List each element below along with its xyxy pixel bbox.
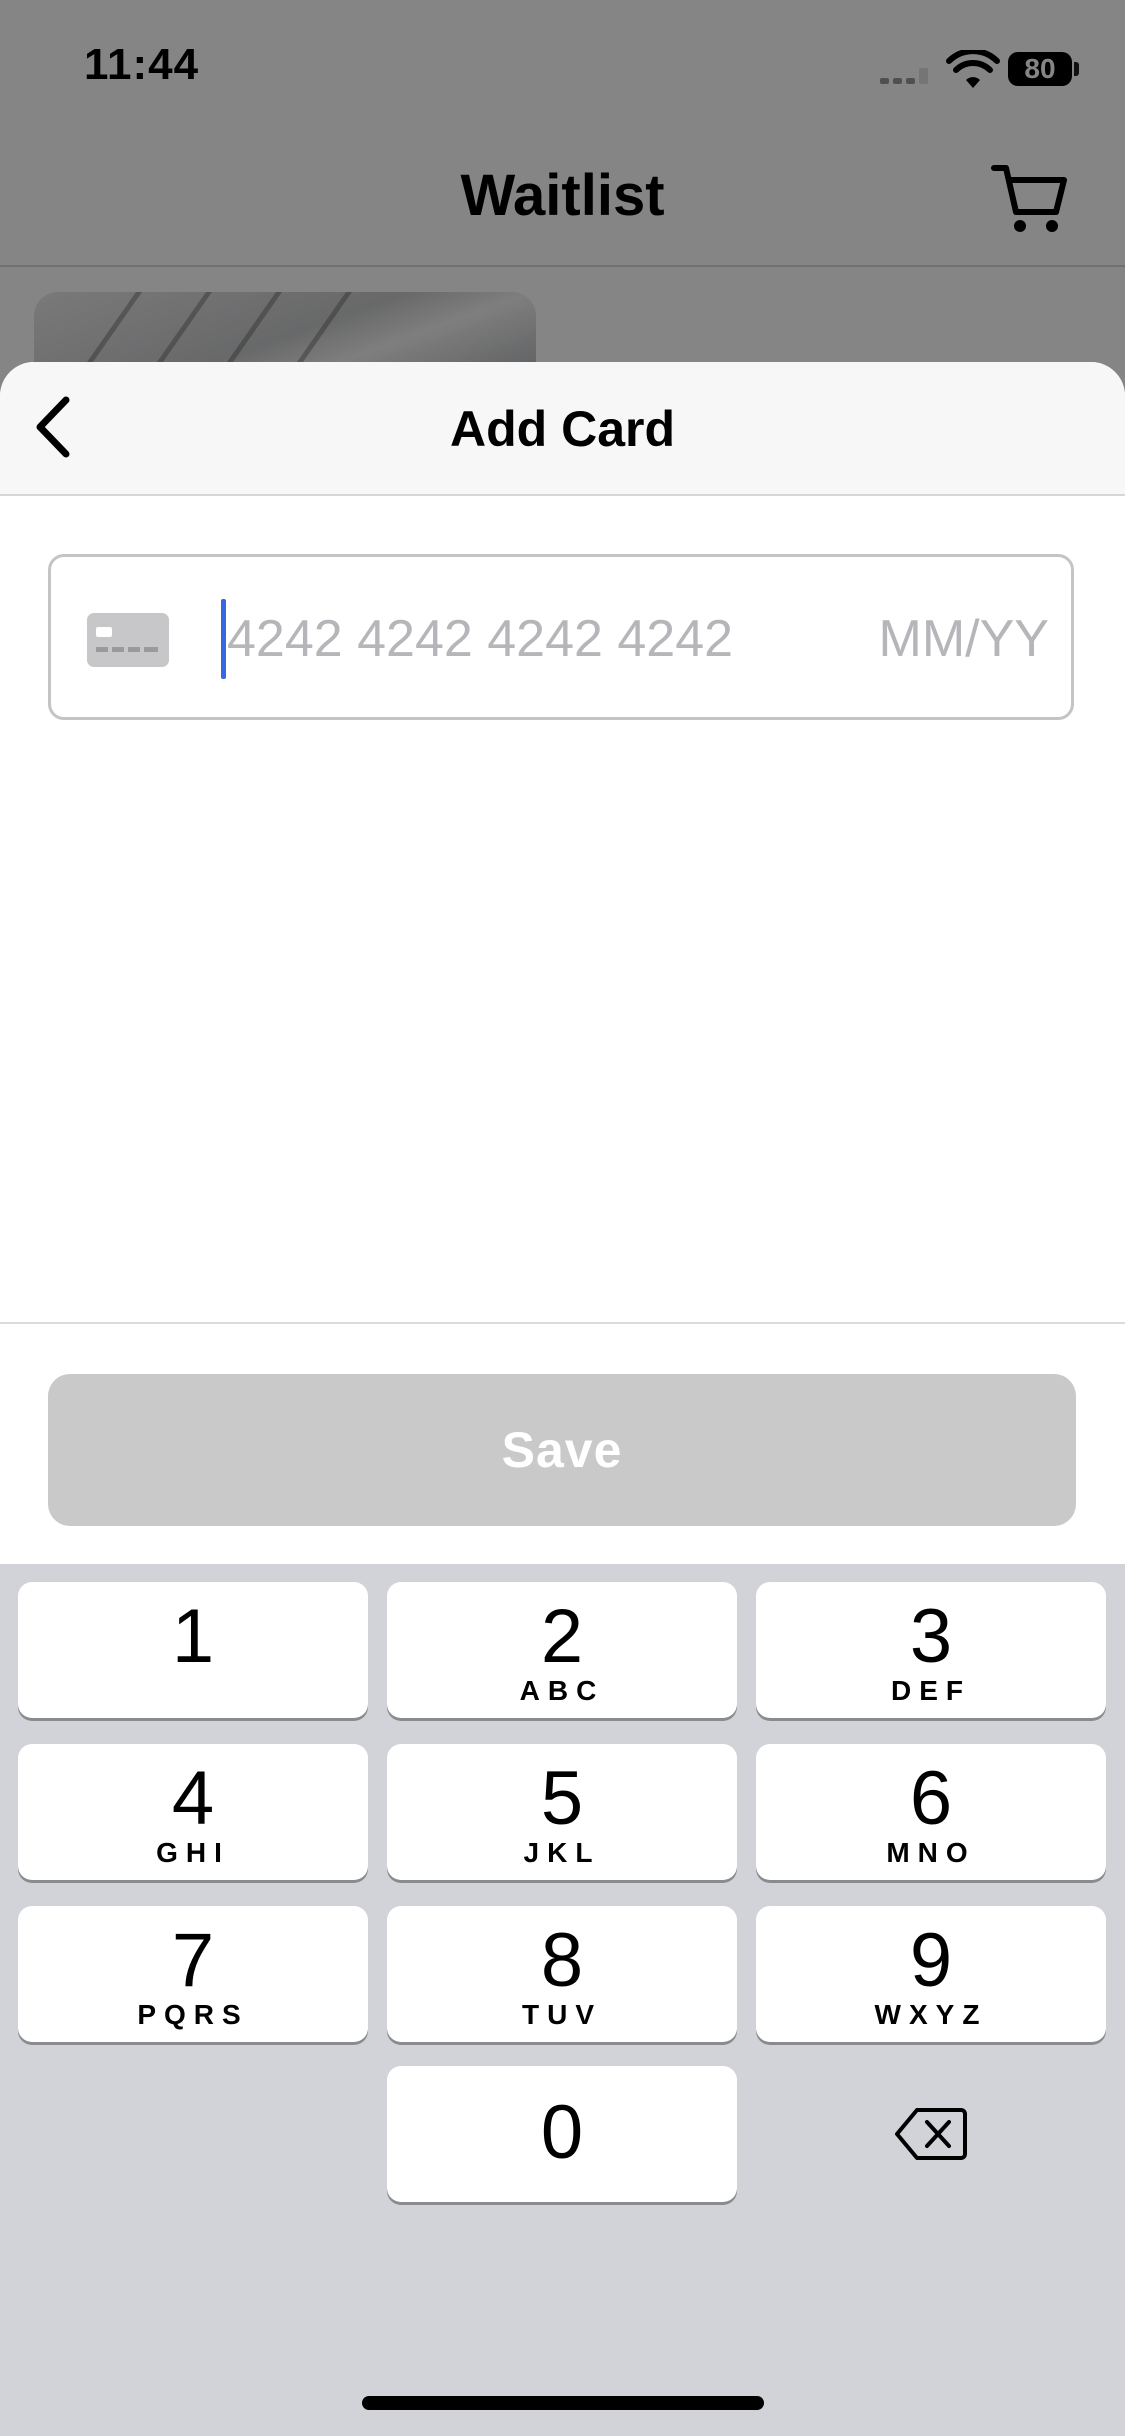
key-digit: 4 [171, 1756, 215, 1841]
sheet-title: Add Card [450, 401, 675, 457]
key-6[interactable]: 6 MNO [756, 1744, 1106, 1880]
footer-divider [0, 1322, 1125, 1324]
key-letters: WXYZ [874, 1999, 988, 2030]
key-letters: MNO [886, 1837, 976, 1868]
backspace-icon [895, 2108, 967, 2160]
key-2[interactable]: 2 ABC [387, 1582, 737, 1718]
key-7[interactable]: 7 PQRS [18, 1906, 368, 2042]
key-letters: GHI [156, 1837, 230, 1868]
card-number-input[interactable] [227, 593, 747, 685]
key-3[interactable]: 3 DEF [756, 1582, 1106, 1718]
key-digit: 6 [909, 1756, 953, 1841]
key-letters: TUV [522, 1999, 602, 2030]
key-digit: 1 [171, 1594, 215, 1679]
save-button[interactable]: Save [48, 1374, 1076, 1526]
expiry-input[interactable] [791, 593, 1049, 685]
key-digit: 7 [171, 1918, 215, 2003]
numeric-keyboard: 1 2 ABC 3 DEF 4 GHI 5 JKL 6 MNO 7 PQRS 8… [0, 1564, 1125, 2436]
key-digit: 0 [540, 2090, 584, 2175]
delete-key[interactable] [756, 2066, 1106, 2202]
key-8[interactable]: 8 TUV [387, 1906, 737, 2042]
key-letters: ABC [519, 1675, 605, 1706]
key-letters: PQRS [137, 1999, 249, 2030]
text-caret [221, 599, 226, 679]
key-1[interactable]: 1 [18, 1582, 368, 1718]
key-4[interactable]: 4 GHI [18, 1744, 368, 1880]
key-letters: DEF [891, 1675, 971, 1706]
card-entry-field[interactable] [48, 554, 1074, 720]
key-letters: JKL [523, 1837, 601, 1868]
key-0[interactable]: 0 [387, 2066, 737, 2202]
key-digit: 2 [540, 1594, 584, 1679]
credit-card-icon [87, 613, 169, 667]
home-indicator [362, 2396, 764, 2410]
sheet-header: Add Card [0, 362, 1125, 496]
key-digit: 5 [540, 1756, 584, 1841]
key-digit: 9 [909, 1918, 953, 2003]
key-digit: 3 [909, 1594, 953, 1679]
key-5[interactable]: 5 JKL [387, 1744, 737, 1880]
key-digit: 8 [540, 1918, 584, 2003]
key-9[interactable]: 9 WXYZ [756, 1906, 1106, 2042]
